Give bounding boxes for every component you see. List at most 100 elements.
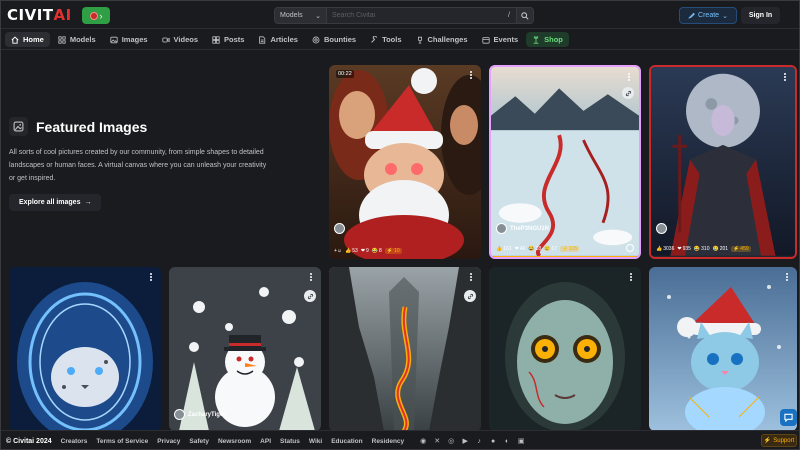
- footer-link-terms[interactable]: Terms of Service: [96, 438, 148, 445]
- chevron-right-icon: ›: [99, 10, 103, 21]
- dark-knight-image: [651, 67, 795, 256]
- image-card[interactable]: [329, 267, 481, 431]
- card-menu-button[interactable]: [781, 71, 789, 83]
- reaction-stats: 👍 3036 ❤ 935 😂 310 😢 201 ⚡ 459: [656, 246, 751, 252]
- image-card[interactable]: ZacharyTiger: [169, 267, 321, 431]
- nav-events-label: Events: [493, 35, 519, 44]
- like-count[interactable]: 👍 3036: [656, 246, 674, 252]
- nav-tools[interactable]: Tools: [364, 32, 407, 47]
- snowman-image: [169, 267, 321, 431]
- laugh-count[interactable]: 😂 8: [372, 248, 382, 254]
- footer-link-newsroom[interactable]: Newsroom: [218, 438, 251, 445]
- footer: © Civitai 2024 Creators Terms of Service…: [1, 430, 799, 449]
- card-user[interactable]: ZacharyTiger: [174, 409, 226, 420]
- nav-images[interactable]: Images: [104, 32, 154, 47]
- card-user[interactable]: [656, 223, 667, 234]
- footer-link-api[interactable]: API: [260, 438, 271, 445]
- explore-images-button[interactable]: Explore all images →: [9, 194, 102, 211]
- sign-in-button[interactable]: Sign In: [741, 7, 780, 24]
- card-menu-button[interactable]: [467, 271, 475, 283]
- cry-count[interactable]: 😢 201: [712, 246, 728, 252]
- x-twitter-icon[interactable]: ✕: [433, 437, 441, 445]
- buzz-count[interactable]: ⚡ 10: [384, 248, 402, 254]
- canyon-river-image: [329, 267, 481, 431]
- articles-icon: [259, 35, 266, 44]
- nav-shop-label: Shop: [544, 35, 563, 44]
- nav-events[interactable]: Events: [476, 32, 525, 47]
- search-button[interactable]: [516, 8, 533, 23]
- link-icon[interactable]: [304, 290, 316, 302]
- civitai-logo[interactable]: CIVIT AI: [7, 6, 72, 24]
- reaction-stats: 👍 161 ❤ 46 😂 18 😢 17 ⚡ 115: [496, 246, 580, 252]
- cry-count[interactable]: 😢 17: [544, 246, 557, 252]
- image-card[interactable]: [489, 267, 641, 431]
- footer-link-residency[interactable]: Residency: [372, 438, 405, 445]
- discord-icon[interactable]: ◉: [419, 437, 427, 445]
- image-card[interactable]: 👍 3036 ❤ 935 😂 310 😢 201 ⚡ 459: [649, 65, 797, 259]
- like-count[interactable]: 👍 53: [345, 248, 358, 254]
- link-icon[interactable]: [464, 290, 476, 302]
- image-card[interactable]: [9, 267, 161, 431]
- lightning-icon: ⚡: [763, 438, 772, 444]
- event-badge[interactable]: ›: [82, 7, 110, 24]
- card-user[interactable]: TheP3NGU1N: [496, 223, 549, 234]
- chat-button[interactable]: [780, 409, 797, 426]
- nav-posts[interactable]: Posts: [206, 32, 250, 47]
- heart-count[interactable]: ❤ 9: [361, 248, 369, 254]
- footer-link-privacy[interactable]: Privacy: [157, 438, 180, 445]
- create-button[interactable]: Create ⌄: [679, 7, 737, 24]
- card-menu-button[interactable]: [147, 271, 155, 283]
- nav-videos-label: Videos: [173, 35, 199, 44]
- nav-articles[interactable]: Articles: [252, 32, 304, 47]
- nav-shop[interactable]: Shop: [526, 32, 569, 47]
- footer-link-safety[interactable]: Safety: [189, 438, 209, 445]
- posts-icon: [212, 35, 220, 44]
- images-icon: [110, 36, 118, 43]
- search-icon: [521, 11, 529, 20]
- app-window: CIVITAI › Models ⌄ / Create ⌄ Sign In: [0, 0, 800, 450]
- heart-count[interactable]: ❤ 46: [515, 246, 526, 252]
- link-icon[interactable]: [622, 87, 634, 99]
- avatar: [174, 409, 185, 420]
- nav-challenges[interactable]: Challenges: [410, 32, 474, 47]
- nav-videos[interactable]: Videos: [156, 32, 204, 47]
- reddit-icon[interactable]: ●: [489, 437, 497, 445]
- twitch-icon[interactable]: ▣: [517, 437, 525, 445]
- tiktok-icon[interactable]: ♪: [475, 437, 483, 445]
- image-card[interactable]: 00:22 +☺ 👍 53 ❤ 9 😂 8 ⚡ 10: [329, 65, 481, 259]
- footer-link-education[interactable]: Education: [331, 438, 362, 445]
- support-button[interactable]: ⚡ Support: [761, 434, 797, 447]
- nav-home[interactable]: Home: [5, 32, 50, 47]
- image-card[interactable]: TheP3NGU1N 👍 161 ❤ 46 😂 18 😢 17 ⚡ 115: [489, 65, 641, 259]
- footer-link-status[interactable]: Status: [280, 438, 300, 445]
- heart-count[interactable]: ❤ 935: [677, 246, 691, 252]
- chevron-down-icon: ⌄: [315, 12, 321, 20]
- avatar: [656, 223, 667, 234]
- nav-bounties[interactable]: Bounties: [306, 32, 362, 47]
- laugh-count[interactable]: 😂 310: [694, 246, 710, 252]
- copyright: © Civitai 2024: [6, 437, 52, 445]
- nav-models[interactable]: Models: [52, 32, 102, 47]
- card-menu-button[interactable]: [625, 71, 633, 83]
- like-count[interactable]: 👍 161: [496, 246, 512, 252]
- add-reaction-button[interactable]: +☺: [334, 248, 342, 254]
- github-icon[interactable]: ◐: [503, 437, 511, 445]
- buzz-count[interactable]: ⚡ 115: [559, 246, 580, 252]
- footer-link-wiki[interactable]: Wiki: [309, 438, 322, 445]
- shop-icon: [533, 35, 539, 44]
- info-icon[interactable]: [626, 244, 634, 252]
- card-menu-button[interactable]: [307, 271, 315, 283]
- image-card[interactable]: [649, 267, 797, 431]
- card-menu-button[interactable]: [627, 271, 635, 283]
- search-category-select[interactable]: Models ⌄: [275, 8, 327, 23]
- card-menu-button[interactable]: [783, 271, 791, 283]
- card-user[interactable]: [334, 223, 345, 234]
- instagram-icon[interactable]: ◎: [447, 437, 455, 445]
- buzz-count[interactable]: ⚡ 459: [731, 246, 751, 252]
- footer-link-creators[interactable]: Creators: [61, 438, 88, 445]
- card-menu-button[interactable]: [467, 69, 475, 81]
- youtube-icon[interactable]: ▶: [461, 437, 469, 445]
- search-input[interactable]: [327, 8, 502, 23]
- video-icon: [161, 37, 170, 42]
- laugh-count[interactable]: 😂 18: [528, 246, 541, 252]
